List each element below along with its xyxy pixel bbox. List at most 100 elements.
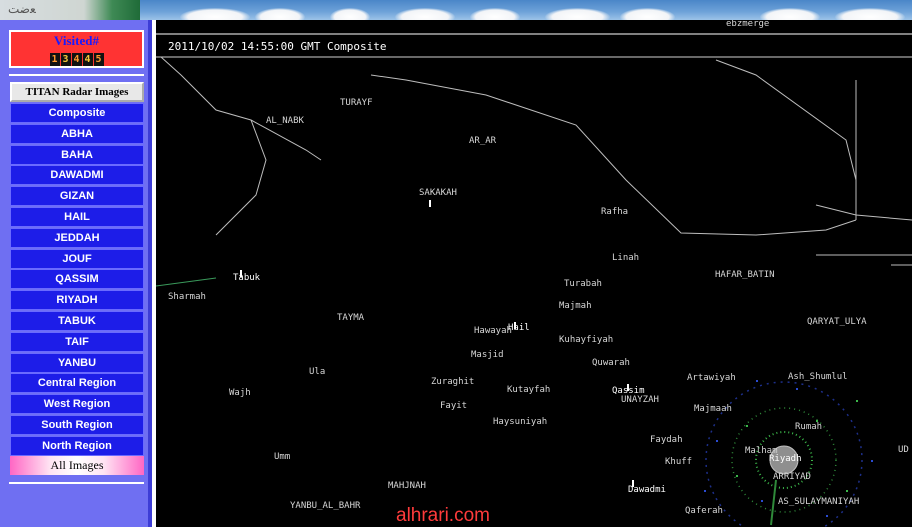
radar-timestamp: 2011/10/02 14:55:00 GMT Composite bbox=[168, 40, 387, 53]
place-label: Kutayfah bbox=[507, 385, 550, 395]
menu-item-jeddah[interactable]: JEDDAH bbox=[10, 227, 144, 248]
city-marker bbox=[632, 480, 634, 487]
menu-item-taif[interactable]: TAIF bbox=[10, 331, 144, 352]
place-label: Tabuk bbox=[233, 273, 261, 283]
city-marker bbox=[240, 270, 242, 277]
place-label: Fayit bbox=[440, 401, 467, 411]
radar-map: 2011/10/02 14:55:00 GMT Composite ebzmer… bbox=[156, 20, 912, 527]
menu-item-hail[interactable]: HAIL bbox=[10, 206, 144, 227]
place-label: Masjid bbox=[471, 350, 504, 360]
counter-digit: 4 bbox=[82, 53, 93, 66]
top-clip-text: ebzmerge bbox=[726, 20, 769, 29]
place-label: Sharmah bbox=[168, 292, 206, 302]
radar-menu: Composite ABHA BAHA DAWADMI GIZAN HAIL J… bbox=[10, 103, 144, 457]
place-label: Ash_Shumlul bbox=[788, 372, 848, 382]
city-marker bbox=[627, 384, 629, 391]
menu-header: TITAN Radar Images bbox=[10, 82, 144, 102]
echo-dot bbox=[761, 500, 763, 502]
radar-image: 2011/10/02 14:55:00 GMT Composite ebzmer… bbox=[156, 20, 912, 527]
menu-item-west-region[interactable]: West Region bbox=[10, 394, 144, 415]
menu-item-south-region[interactable]: South Region bbox=[10, 414, 144, 435]
place-label: Turabah bbox=[564, 279, 602, 289]
place-label: SAKAKAH bbox=[419, 188, 457, 198]
counter-digit: 5 bbox=[93, 53, 104, 66]
place-label: Linah bbox=[612, 253, 639, 263]
counter-digit: 1 bbox=[49, 53, 60, 66]
borders bbox=[160, 56, 912, 266]
border-line bbox=[215, 119, 267, 236]
place-label: Zuraghit bbox=[431, 377, 474, 387]
border-line bbox=[715, 59, 857, 181]
menu-item-baha[interactable]: BAHA bbox=[10, 144, 144, 165]
menu-item-composite[interactable]: Composite bbox=[10, 103, 144, 123]
visitor-counter-box: Visited# 1 3 4 4 5 bbox=[9, 30, 144, 68]
menu-item-riyadh[interactable]: RIYADH bbox=[10, 290, 144, 311]
counter-digit: 4 bbox=[71, 53, 82, 66]
banner-cloud bbox=[395, 8, 455, 20]
echo-dot bbox=[756, 380, 758, 382]
menu-item-north-region[interactable]: North Region bbox=[10, 435, 144, 456]
place-label: UD bbox=[898, 445, 909, 455]
place-label: AS_SULAYMANIYAH bbox=[778, 497, 859, 507]
divider bbox=[9, 74, 144, 76]
banner-cloud bbox=[835, 8, 905, 20]
menu-item-tabuk[interactable]: TABUK bbox=[10, 310, 144, 331]
place-label: TURAYF bbox=[340, 98, 373, 108]
menu-item-yanbu[interactable]: YANBU bbox=[10, 352, 144, 373]
place-label: Riyadh bbox=[769, 454, 802, 464]
place-label: TAYMA bbox=[337, 313, 365, 323]
place-label: Wajh bbox=[229, 388, 251, 398]
all-images-link[interactable]: All Images bbox=[10, 456, 144, 475]
top-banner: ﻌضت bbox=[0, 0, 912, 20]
logo-mark: ﻌضت bbox=[8, 2, 37, 16]
place-label: AR_AR bbox=[469, 136, 497, 146]
place-label: UNAYZAH bbox=[621, 395, 659, 405]
place-label: Qaferah bbox=[685, 506, 723, 516]
visitor-counter-label: Visited# bbox=[53, 33, 100, 48]
border-line bbox=[160, 56, 322, 161]
menu-item-qassim[interactable]: QASSIM bbox=[10, 269, 144, 290]
echo-dot bbox=[871, 460, 873, 462]
echo-dot bbox=[736, 475, 738, 477]
banner-cloud bbox=[330, 8, 370, 20]
echo-dot bbox=[704, 490, 706, 492]
place-label: Majmaah bbox=[694, 404, 732, 414]
border-line bbox=[815, 204, 912, 221]
place-label: QARYAT_ULYA bbox=[807, 317, 867, 327]
city-marker bbox=[429, 200, 431, 207]
place-label: ARRIYAD bbox=[773, 472, 811, 482]
watermark: alhrari.com bbox=[396, 505, 490, 526]
place-label: AL_NABK bbox=[266, 116, 305, 126]
coast-line bbox=[156, 277, 217, 287]
place-label: Artawiyah bbox=[687, 373, 736, 383]
banner-cloud bbox=[180, 8, 250, 20]
menu-item-dawadmi[interactable]: DAWADMI bbox=[10, 165, 144, 186]
echo-dot bbox=[846, 490, 848, 492]
divider bbox=[9, 482, 144, 484]
radar-streak bbox=[770, 479, 777, 526]
place-label: Majmah bbox=[559, 301, 592, 311]
site-logo[interactable]: ﻌضت bbox=[0, 0, 140, 20]
place-label: Faydah bbox=[650, 435, 683, 445]
menu-item-central-region[interactable]: Central Region bbox=[10, 373, 144, 394]
menu-item-abha[interactable]: ABHA bbox=[10, 123, 144, 144]
place-label: MAHJNAH bbox=[388, 481, 426, 491]
echo-dot bbox=[746, 425, 748, 427]
place-label: Kuhayfiyah bbox=[559, 335, 613, 345]
place-label: Rafha bbox=[601, 207, 628, 217]
menu-item-jouf[interactable]: JOUF bbox=[10, 248, 144, 269]
sidebar: Visited# 1 3 4 4 5 TITAN Radar Images Co… bbox=[0, 20, 152, 527]
place-label: HAFAR_BATIN bbox=[715, 270, 775, 280]
place-label: Rumah bbox=[795, 422, 822, 432]
place-label: Ula bbox=[309, 367, 325, 377]
place-label: Hawayah bbox=[474, 326, 512, 336]
banner-cloud bbox=[470, 8, 520, 20]
banner-cloud bbox=[545, 8, 610, 20]
place-label: Umm bbox=[274, 452, 290, 462]
echo-dot bbox=[796, 388, 798, 390]
place-label: Khuff bbox=[665, 457, 692, 467]
place-label: Hail bbox=[508, 323, 530, 333]
banner-cloud bbox=[760, 8, 820, 20]
menu-item-gizan[interactable]: GIZAN bbox=[10, 186, 144, 207]
counter-digit: 3 bbox=[60, 53, 71, 66]
